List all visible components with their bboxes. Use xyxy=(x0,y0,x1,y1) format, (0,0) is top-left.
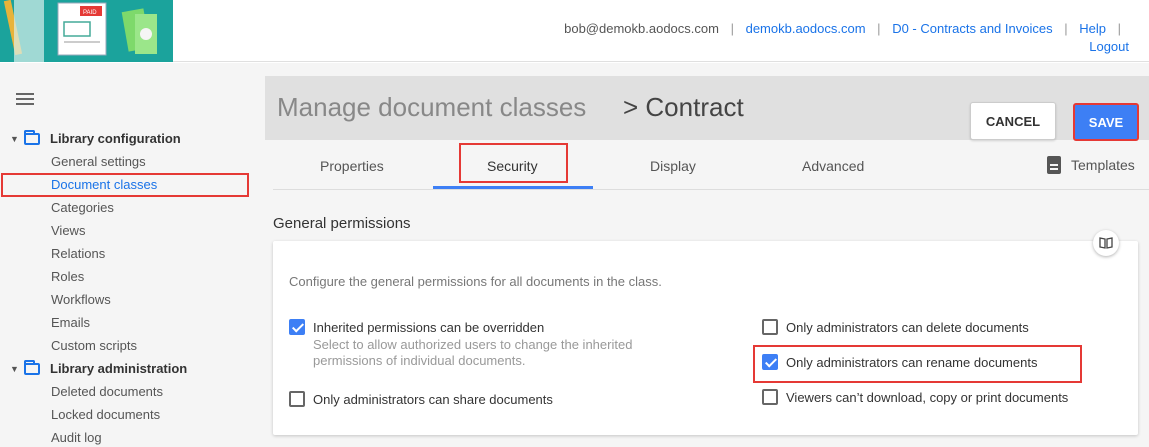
page-title: Manage document classes xyxy=(277,92,587,122)
tab-display[interactable]: Display xyxy=(650,158,696,174)
tab-advanced[interactable]: Advanced xyxy=(802,158,864,174)
open-book-icon xyxy=(1099,237,1113,249)
sidebar-item-relations[interactable]: Relations xyxy=(51,246,105,261)
app-header: PAID bob@demokb.aodocs.com | demokb.aodo… xyxy=(0,0,1149,62)
tab-templates[interactable]: Templates xyxy=(1047,156,1135,174)
sidebar-item-roles[interactable]: Roles xyxy=(51,269,84,284)
sidebar-item-categories[interactable]: Categories xyxy=(51,200,114,215)
highlight-box xyxy=(753,345,1082,383)
folder-icon xyxy=(24,359,40,375)
header-links: bob@demokb.aodocs.com | demokb.aodocs.co… xyxy=(564,18,1129,39)
permission-download[interactable]: Viewers can’t download, copy or print do… xyxy=(762,389,1068,405)
help-link[interactable]: Help xyxy=(1079,21,1106,36)
header-row2: Logout xyxy=(1089,39,1129,54)
permission-delete[interactable]: Only administrators can delete documents xyxy=(762,319,1029,335)
caret-down-icon: ▼ xyxy=(10,363,19,374)
checkbox-unchecked[interactable] xyxy=(762,319,778,335)
sidebar-item-general-settings[interactable]: General settings xyxy=(51,154,146,169)
permission-label: Only administrators can delete documents xyxy=(786,319,1029,335)
tab-bar: Properties Security Display Advanced Tem… xyxy=(273,140,1149,190)
document-icon xyxy=(1047,156,1061,174)
separator: | xyxy=(1064,21,1068,36)
hamburger-menu-icon[interactable] xyxy=(16,93,34,105)
checkbox-unchecked[interactable] xyxy=(762,389,778,405)
book-icon[interactable] xyxy=(1093,230,1119,256)
separator: | xyxy=(730,21,734,36)
checkbox-checked[interactable] xyxy=(289,319,305,335)
permissions-description: Configure the general permissions for al… xyxy=(289,274,662,289)
cancel-button[interactable]: CANCEL xyxy=(970,102,1056,140)
permissions-card: Configure the general permissions for al… xyxy=(273,241,1138,435)
user-email: bob@demokb.aodocs.com xyxy=(564,21,719,36)
nav-group-label: Library administration xyxy=(50,361,188,376)
title-bar: Manage document classes > Contract CANCE… xyxy=(265,76,1149,141)
sidebar-item-locked-documents[interactable]: Locked documents xyxy=(51,407,160,422)
permission-inherited[interactable]: Inherited permissions can be overridden xyxy=(289,319,544,335)
sidebar-item-custom-scripts[interactable]: Custom scripts xyxy=(51,338,137,353)
highlight-box xyxy=(459,143,568,183)
permission-label: Inherited permissions can be overridden xyxy=(313,319,545,335)
permission-help-text: Select to allow authorized users to chan… xyxy=(313,337,633,368)
folder-icon xyxy=(24,129,40,145)
save-button[interactable]: SAVE xyxy=(1073,103,1139,141)
tab-properties[interactable]: Properties xyxy=(320,158,384,174)
logo-badge-text: PAID xyxy=(83,10,97,16)
permission-label: Viewers can’t download, copy or print do… xyxy=(786,389,1069,405)
permission-share[interactable]: Only administrators can share documents xyxy=(289,391,553,407)
logo-illustration: PAID xyxy=(0,0,173,62)
app-logo[interactable]: PAID xyxy=(0,0,173,62)
sidebar-item-workflows[interactable]: Workflows xyxy=(51,292,111,307)
sidebar-item-deleted-documents[interactable]: Deleted documents xyxy=(51,384,163,399)
highlight-box xyxy=(1,173,249,197)
sidebar: ▼ Library configuration General settings… xyxy=(0,63,265,447)
domain-link[interactable]: demokb.aodocs.com xyxy=(746,21,866,36)
library-link[interactable]: D0 - Contracts and Invoices xyxy=(892,21,1052,36)
nav-group-label: Library configuration xyxy=(50,131,181,146)
tab-templates-label: Templates xyxy=(1071,157,1135,173)
nav-group-library-administration[interactable]: ▼ Library administration xyxy=(10,359,188,376)
permission-label: Only administrators can share documents xyxy=(313,391,553,407)
separator: | xyxy=(877,21,881,36)
active-tab-indicator xyxy=(433,186,593,189)
sidebar-item-audit-log[interactable]: Audit log xyxy=(51,430,102,445)
page-subtitle: > Contract xyxy=(623,92,744,122)
section-title: General permissions xyxy=(273,215,411,232)
main-content: Manage document classes > Contract CANCE… xyxy=(265,63,1149,447)
sidebar-item-emails[interactable]: Emails xyxy=(51,315,90,330)
nav-group-library-configuration[interactable]: ▼ Library configuration xyxy=(10,129,181,146)
sidebar-item-views[interactable]: Views xyxy=(51,223,85,238)
logout-link[interactable]: Logout xyxy=(1089,39,1129,54)
separator: | xyxy=(1117,21,1121,36)
caret-down-icon: ▼ xyxy=(10,133,19,144)
checkbox-unchecked[interactable] xyxy=(289,391,305,407)
